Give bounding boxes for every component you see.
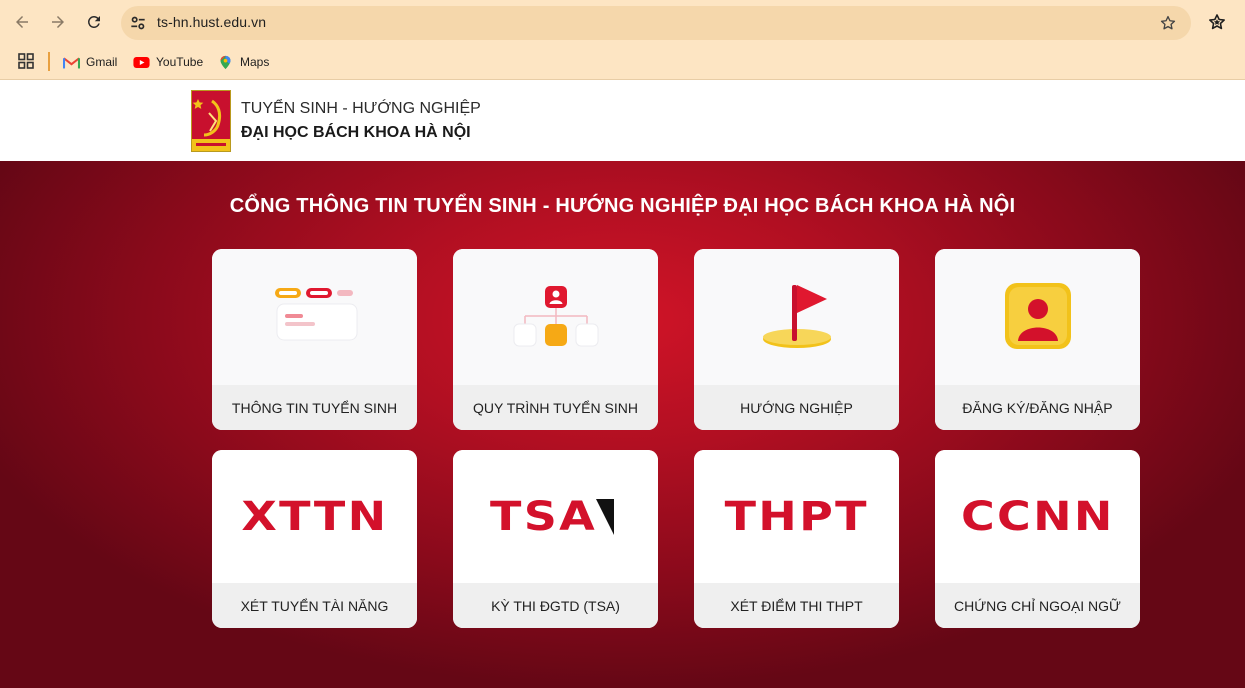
card-tsa-exam[interactable]: TSA KỲ THI ĐGTD (TSA) [453, 450, 658, 628]
bookmarks-separator [48, 52, 50, 71]
apps-grid-icon[interactable] [18, 53, 34, 69]
reload-icon [87, 15, 100, 28]
card-art: THPT [694, 450, 899, 583]
card-art [453, 249, 658, 385]
card-art: XTTN [212, 450, 417, 583]
card-art [694, 249, 899, 385]
card-label: XÉT ĐIỂM THI THPT [694, 583, 899, 628]
bookmark-youtube[interactable]: YouTube [133, 53, 203, 71]
site-header: TUYỂN SINH - HƯỚNG NGHIỆP ĐẠI HỌC BÁCH K… [0, 81, 1245, 161]
card-label: THÔNG TIN TUYỂN SINH [212, 385, 417, 430]
card-language-certificate[interactable]: CCNN CHỨNG CHỈ NGOẠI NGỮ [935, 450, 1140, 628]
card-admission-info[interactable]: THÔNG TIN TUYỂN SINH [212, 249, 417, 430]
hero-section: CỔNG THÔNG TIN TUYỂN SINH - HƯỚNG NGHIỆP… [0, 161, 1245, 688]
reload-button[interactable] [81, 9, 107, 35]
bookmarks-bar: Gmail YouTube Maps [0, 45, 1245, 80]
card-label: QUY TRÌNH TUYỂN SINH [453, 385, 658, 430]
card-word: THPT [724, 493, 869, 540]
card-label: ĐĂNG KÝ/ĐĂNG NHẬP [935, 385, 1140, 430]
back-button[interactable] [9, 9, 35, 35]
card-art: CCNN [935, 450, 1140, 583]
hero-title: CỔNG THÔNG TIN TUYỂN SINH - HƯỚNG NGHIỆP… [229, 195, 1016, 217]
card-label: HƯỚNG NGHIỆP [694, 385, 899, 430]
tsa-accent-icon [596, 498, 615, 535]
card-label: KỲ THI ĐGTD (TSA) [453, 583, 658, 628]
site-info-icon[interactable] [128, 13, 148, 33]
header-subtitle: TUYỂN SINH - HƯỚNG NGHIỆP [241, 100, 481, 117]
hust-logo-emblem-icon [192, 99, 230, 151]
card-word: XTTN [241, 493, 388, 540]
card-art [935, 249, 1140, 385]
bookmark-manager-icon[interactable] [1207, 12, 1227, 32]
address-bar[interactable]: ts-hn.hust.edu.vn [121, 6, 1191, 40]
hust-logo[interactable] [191, 90, 231, 152]
card-label: CHỨNG CHỈ NGOẠI NGỮ [935, 583, 1140, 628]
bookmark-gmail[interactable]: Gmail [63, 53, 117, 71]
card-word: CCNN [960, 493, 1115, 540]
card-word: TSA [489, 493, 598, 540]
bookmark-label: Maps [240, 55, 270, 69]
forward-button[interactable] [45, 9, 71, 35]
flag-icon [762, 285, 831, 348]
process-tree-icon [513, 286, 598, 347]
url-text[interactable]: ts-hn.hust.edu.vn [157, 14, 266, 30]
card-art [212, 249, 417, 385]
bookmark-label: Gmail [86, 55, 118, 69]
card-register-login[interactable]: ĐĂNG KÝ/ĐĂNG NHẬP [935, 249, 1140, 430]
arrow-right-icon [52, 16, 64, 28]
bookmark-label: YouTube [156, 55, 204, 69]
card-thpt-score[interactable]: THPT XÉT ĐIỂM THI THPT [694, 450, 899, 628]
card-art: TSA [453, 450, 658, 583]
gmail-icon [63, 56, 80, 68]
info-panel-icon [274, 288, 357, 341]
bookmark-maps[interactable]: Maps [217, 53, 269, 71]
card-talent-admission[interactable]: XTTN XÉT TUYỂN TÀI NĂNG [212, 450, 417, 628]
card-career-guidance[interactable]: HƯỚNG NGHIỆP [694, 249, 899, 430]
arrow-left-icon [16, 16, 28, 28]
card-label: XÉT TUYỂN TÀI NĂNG [212, 583, 417, 628]
bookmark-star-icon[interactable] [1159, 14, 1177, 32]
header-title: ĐẠI HỌC BÁCH KHOA HÀ NỘI [241, 124, 471, 141]
user-badge-icon [1004, 283, 1071, 349]
maps-icon [220, 55, 231, 69]
youtube-icon [133, 56, 150, 68]
browser-toolbar: ts-hn.hust.edu.vn [0, 0, 1245, 45]
card-admission-process[interactable]: QUY TRÌNH TUYỂN SINH [453, 249, 658, 430]
